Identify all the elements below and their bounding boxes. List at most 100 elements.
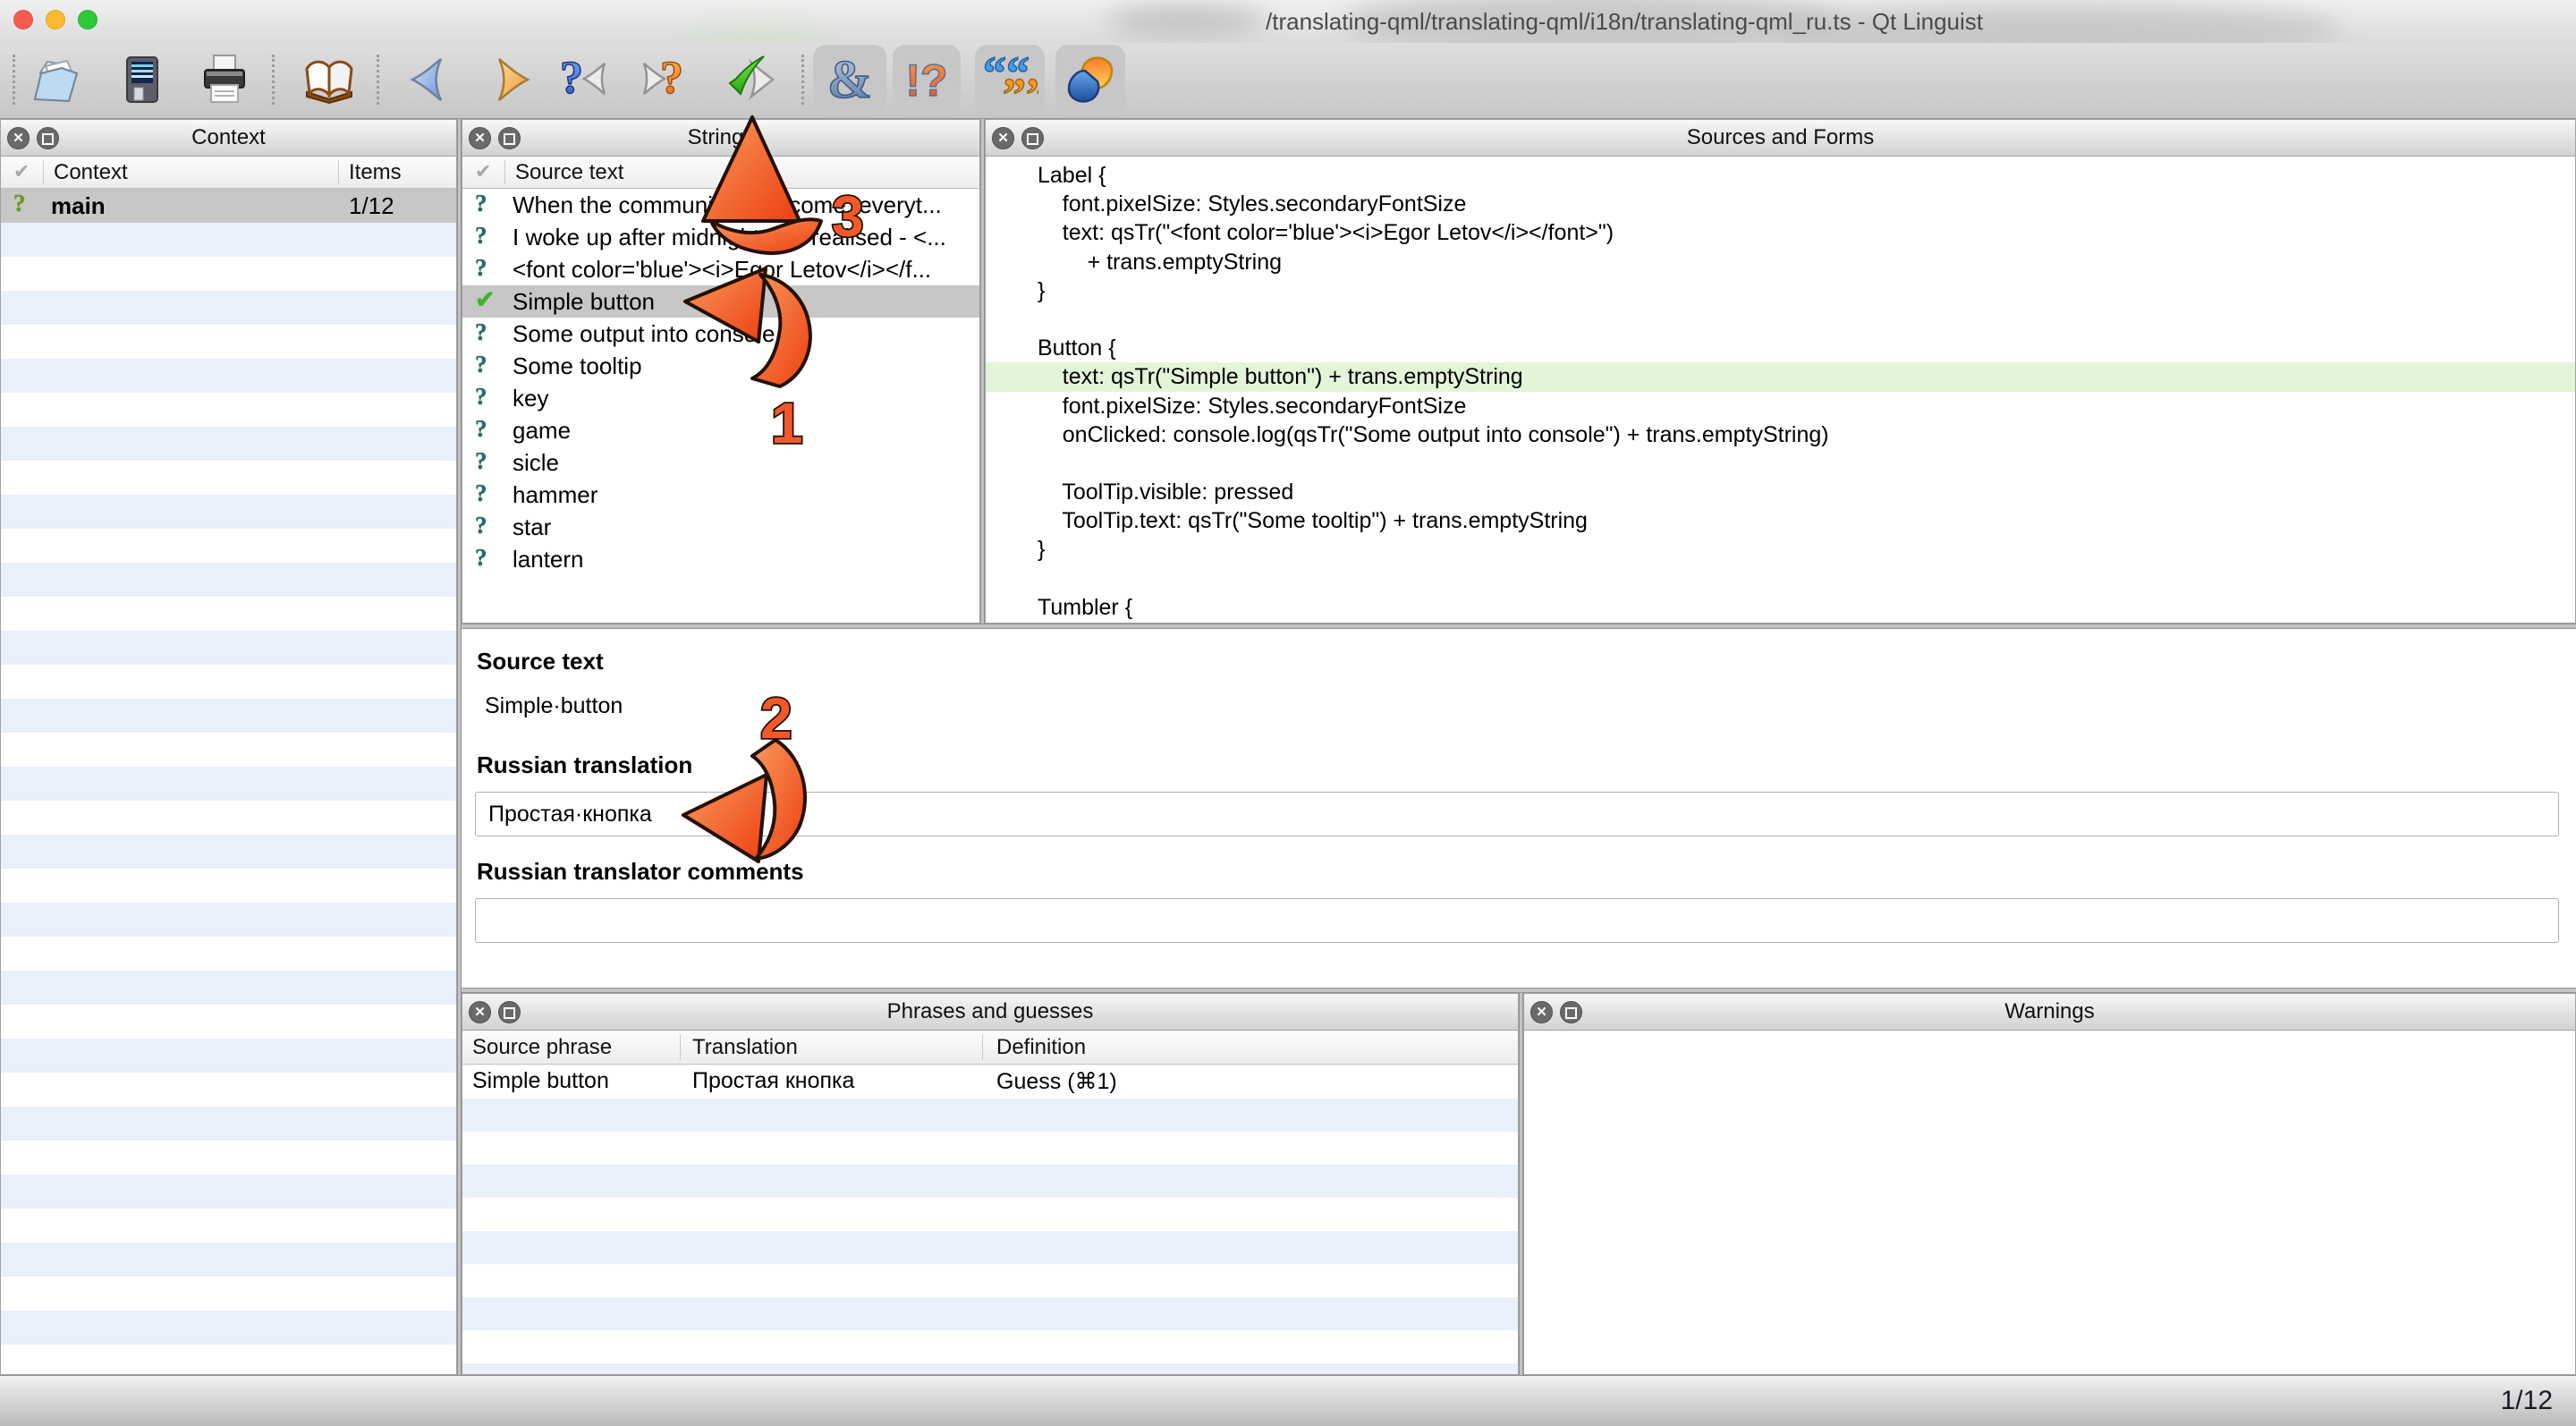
comments-label: Russian translator comments xyxy=(477,858,804,886)
status-icon: ? xyxy=(475,480,487,507)
float-panel-icon[interactable] xyxy=(1021,127,1044,149)
panel-title: Sources and Forms xyxy=(986,120,2575,156)
string-row[interactable]: ?game xyxy=(462,414,979,446)
previous-button[interactable] xyxy=(402,51,459,108)
svg-text:?: ? xyxy=(560,53,583,104)
source-text: I woke up after midnight and realised - … xyxy=(513,224,946,251)
code-line: + trans.emptyString xyxy=(986,248,2575,276)
translation-label: Russian translation xyxy=(477,751,692,779)
column-divider xyxy=(504,160,505,184)
code-line: Label { xyxy=(986,161,2575,190)
accelerators-toggle[interactable]: & xyxy=(813,45,886,115)
status-icon: ? xyxy=(475,254,487,282)
string-row[interactable]: ?Some tooltip xyxy=(462,350,979,382)
string-row[interactable]: ?hammer xyxy=(462,479,979,511)
panel-title: Warnings xyxy=(1524,994,2575,1030)
strings-column-header[interactable]: ✔ Source text xyxy=(462,157,979,189)
close-window-button[interactable] xyxy=(13,10,33,30)
print-icon xyxy=(196,51,253,108)
source-text: game xyxy=(513,417,571,445)
float-panel-icon[interactable] xyxy=(498,127,521,149)
phrases-panel-header: ✕ Phrases and guesses xyxy=(462,993,1519,1031)
svg-text:?: ? xyxy=(660,53,683,104)
string-row[interactable]: ?sicle xyxy=(462,446,979,479)
window-title: /translating-qml/translating-qml/i18n/tr… xyxy=(1266,8,1983,36)
status-icon: ? xyxy=(475,447,487,475)
string-row[interactable]: ?When the communism will come, everyt... xyxy=(462,189,979,221)
zoom-window-button[interactable] xyxy=(78,10,97,30)
string-row[interactable]: ?key xyxy=(462,382,979,414)
panel-title: Strings xyxy=(462,120,979,156)
arrow-left-icon xyxy=(402,51,459,108)
source-text: <font color='blue'><i>Egor Letov</i></f.… xyxy=(513,256,931,284)
title-bar: /translating-qml/translating-qml/i18n/tr… xyxy=(0,0,2576,43)
comments-input[interactable] xyxy=(475,898,2559,943)
string-row[interactable]: ?I woke up after midnight and realised -… xyxy=(462,221,979,253)
phrase-translation: Простая кнопка xyxy=(692,1068,854,1094)
toolbar-handle xyxy=(13,55,15,105)
source-text-label: Source text xyxy=(477,648,604,675)
phrase-row[interactable]: Simple button Простая кнопка Guess (⌘1) xyxy=(462,1065,1518,1099)
source-code-view: Label { font.pixelSize: Styles.secondary… xyxy=(985,157,2576,624)
float-panel-icon[interactable] xyxy=(498,1001,521,1023)
status-bar: 1/12 xyxy=(0,1375,2576,1426)
close-panel-icon[interactable]: ✕ xyxy=(1530,1001,1553,1023)
book-icon xyxy=(301,51,358,108)
code-line: ToolTip.text: qsTr("Some tooltip") + tra… xyxy=(986,506,2575,535)
source-text: Simple button xyxy=(513,288,655,316)
context-column-header[interactable]: ✔ Context Items xyxy=(1,157,456,189)
phrases-column-header[interactable]: Source phrase Translation Definition xyxy=(462,1031,1518,1065)
warnings-panel: ✕ Warnings xyxy=(1523,993,2576,1375)
column-divider xyxy=(43,160,44,184)
next-unfinished-button[interactable]: ? xyxy=(637,51,694,108)
string-row[interactable]: ?Some output into console xyxy=(462,318,979,350)
next-button[interactable] xyxy=(481,51,538,108)
context-list: ✔ Context Items ? main 1/12 xyxy=(0,157,457,1375)
phrase-matches-icon: ““ ”” xyxy=(981,51,1038,108)
source-text: Some output into console xyxy=(513,320,775,348)
place-markers-toggle[interactable] xyxy=(1055,45,1125,115)
print-button[interactable] xyxy=(196,51,253,108)
string-row[interactable]: ? <font color='blue'><i>Egor Letov</i></f… xyxy=(462,253,979,285)
string-row[interactable]: ?lantern xyxy=(462,543,979,575)
translation-input[interactable]: Простая·кнопка xyxy=(475,792,2559,836)
done-and-next-icon xyxy=(721,51,778,108)
phrase-matches-toggle[interactable]: ““ ”” xyxy=(975,45,1045,115)
phrase-book-button[interactable] xyxy=(301,51,358,108)
close-panel-icon[interactable]: ✕ xyxy=(469,1001,491,1023)
context-row-main[interactable]: ? main 1/12 xyxy=(1,189,456,223)
code-line xyxy=(986,564,2575,593)
code-line: ToolTip.visible: pressed xyxy=(986,478,2575,506)
previous-unfinished-button[interactable]: ? xyxy=(555,51,612,108)
svg-text:!?: !? xyxy=(905,55,947,106)
status-icon: ? xyxy=(475,190,487,217)
float-panel-icon[interactable] xyxy=(37,127,59,149)
string-row[interactable]: ?star xyxy=(462,511,979,543)
save-icon xyxy=(114,51,171,108)
close-panel-icon[interactable]: ✕ xyxy=(7,127,30,149)
svg-text:””: ”” xyxy=(1003,70,1038,108)
column-items: Items xyxy=(349,160,402,185)
code-line: } xyxy=(986,276,2575,305)
close-panel-icon[interactable]: ✕ xyxy=(469,127,491,149)
string-row-selected[interactable]: ✔Simple button xyxy=(462,285,979,318)
blurred-region xyxy=(1105,7,1266,34)
phrase-source: Simple button xyxy=(472,1068,609,1094)
minimize-window-button[interactable] xyxy=(46,10,65,30)
strings-panel: ✕ Strings ✔ Source text ?When the commun… xyxy=(462,119,980,624)
close-panel-icon[interactable]: ✕ xyxy=(992,127,1014,149)
ending-punctuation-toggle[interactable]: !? xyxy=(893,45,961,115)
warnings-content xyxy=(1523,1031,2576,1375)
open-button[interactable] xyxy=(28,51,85,108)
toolbar-separator xyxy=(377,55,379,105)
panel-title: Context xyxy=(1,120,456,156)
ending-punctuation-icon: !? xyxy=(898,51,955,108)
unfinished-icon: ? xyxy=(13,190,26,217)
accelerators-icon: & xyxy=(821,51,878,108)
phrases-table: Source phrase Translation Definition Sim… xyxy=(462,1031,1519,1375)
float-panel-icon[interactable] xyxy=(1560,1001,1582,1023)
empty-rows xyxy=(462,1099,1518,1374)
code-line: font.pixelSize: Styles.secondaryFontSize xyxy=(986,190,2575,218)
done-and-next-button[interactable] xyxy=(721,51,778,108)
save-button[interactable] xyxy=(114,51,171,108)
